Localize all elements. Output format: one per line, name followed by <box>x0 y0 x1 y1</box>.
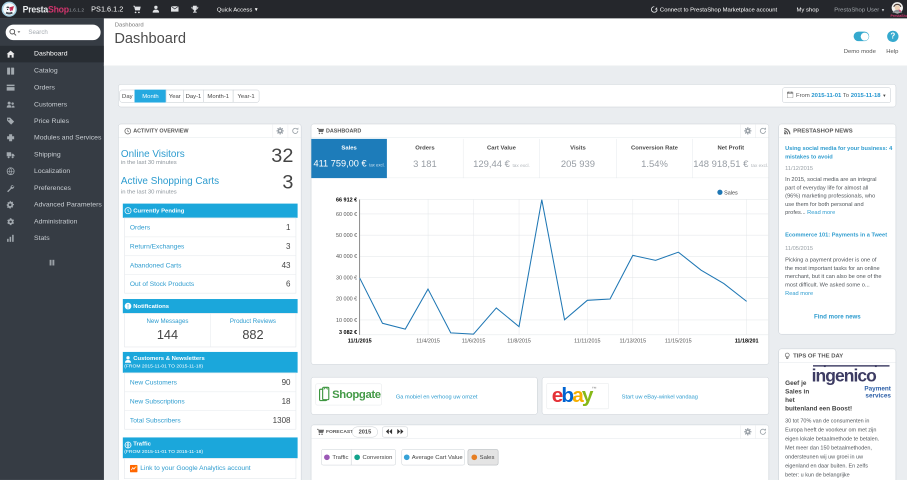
svg-text:11/6/2015: 11/6/2015 <box>462 338 486 344</box>
svg-text:Sales: Sales <box>724 190 738 196</box>
svg-text:66 912 €: 66 912 € <box>336 197 357 203</box>
svg-text:40 000 €: 40 000 € <box>336 254 357 260</box>
svg-text:60 000 €: 60 000 € <box>336 212 357 218</box>
svg-text:11/13/2015: 11/13/2015 <box>619 338 646 344</box>
svg-text:20 000 €: 20 000 € <box>336 297 357 303</box>
svg-text:11/4/2015: 11/4/2015 <box>416 338 440 344</box>
svg-text:11/15/2015: 11/15/2015 <box>665 338 692 344</box>
svg-text:3 082 €: 3 082 € <box>339 330 357 336</box>
svg-text:11/8/2015: 11/8/2015 <box>507 338 531 344</box>
svg-text:50 000 €: 50 000 € <box>336 233 357 239</box>
svg-text:11/1/2015: 11/1/2015 <box>348 338 372 344</box>
svg-text:10 000 €: 10 000 € <box>336 318 357 324</box>
svg-text:11/11/2015: 11/11/2015 <box>574 338 600 344</box>
svg-text:30 000 €: 30 000 € <box>336 275 357 281</box>
svg-text:11/18/201: 11/18/201 <box>735 338 759 344</box>
